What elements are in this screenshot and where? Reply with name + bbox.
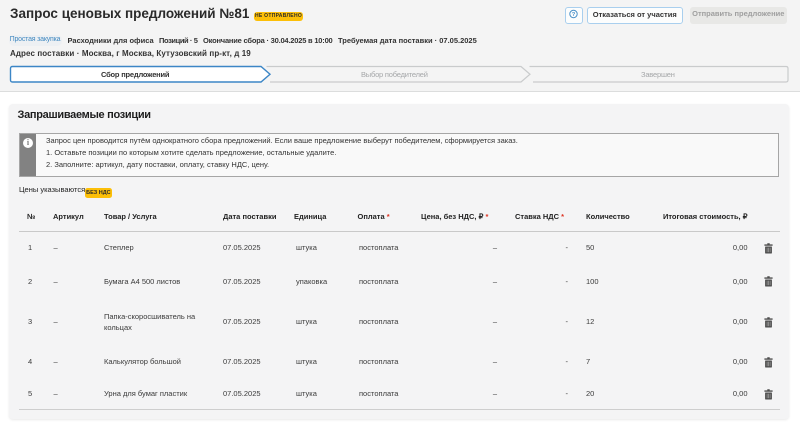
svg-text:?: ? bbox=[572, 12, 576, 18]
